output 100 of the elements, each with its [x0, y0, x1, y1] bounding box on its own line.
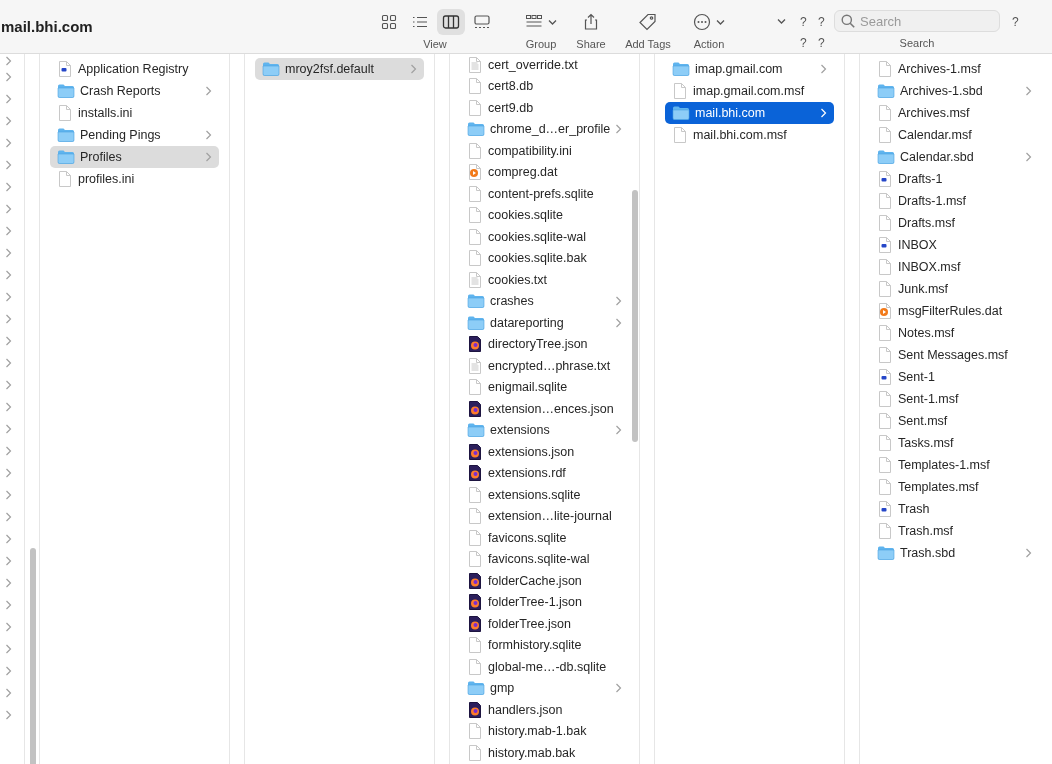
file-row[interactable]: profiles.ini [50, 168, 219, 190]
file-row[interactable]: directoryTree.json [460, 333, 629, 355]
file-row[interactable]: formhistory.sqlite [460, 634, 629, 656]
chevron-icon[interactable] [1025, 152, 1032, 162]
chevron-icon[interactable] [5, 556, 12, 566]
file-row[interactable]: Archives-1.sbd [870, 80, 1039, 102]
file-row[interactable]: compatibility.ini [460, 140, 629, 162]
file-row[interactable]: crashes [460, 290, 629, 312]
file-row[interactable]: Archives.msf [870, 102, 1039, 124]
file-row[interactable]: folderTree.json [460, 613, 629, 635]
chevron-icon[interactable] [205, 86, 212, 96]
chevron-icon[interactable] [5, 314, 12, 324]
file-row[interactable]: Trash.sbd [870, 542, 1039, 564]
chevron-icon[interactable] [5, 710, 12, 720]
chevron-icon[interactable] [5, 622, 12, 632]
file-row[interactable]: Crash Reports [50, 80, 219, 102]
chevron-icon[interactable] [1025, 86, 1032, 96]
chevron-icon[interactable] [5, 116, 12, 126]
file-row[interactable]: Archives-1.msf [870, 58, 1039, 80]
chevron-icon[interactable] [5, 578, 12, 588]
file-row[interactable]: encrypted…phrase.txt [460, 355, 629, 377]
file-row[interactable]: cookies.txt [460, 269, 629, 291]
chevron-icon[interactable] [615, 124, 623, 135]
file-row[interactable]: Profiles [50, 146, 219, 168]
file-row[interactable]: imap.gmail.com.msf [665, 80, 834, 102]
file-row[interactable]: chrome_d…er_profile [460, 118, 629, 140]
chevron-icon[interactable] [5, 490, 12, 500]
chevron-icon[interactable] [615, 317, 622, 328]
column-view-button[interactable] [436, 9, 465, 35]
file-row[interactable]: Notes.msf [870, 322, 1039, 344]
chevron-icon[interactable] [5, 226, 12, 236]
file-row[interactable]: Pending Pings [50, 124, 219, 146]
chevron-icon[interactable] [5, 292, 12, 302]
chevron-icon[interactable] [5, 182, 12, 192]
chevron-icon[interactable] [5, 358, 12, 368]
file-row[interactable]: Calendar.msf [870, 124, 1039, 146]
file-row[interactable]: Trash [870, 498, 1039, 520]
file-row[interactable]: global-me…-db.sqlite [460, 656, 629, 678]
chevron-icon[interactable] [5, 688, 12, 698]
file-row[interactable]: datareporting [460, 312, 629, 334]
file-row[interactable]: Drafts.msf [870, 212, 1039, 234]
file-row[interactable]: Templates.msf [870, 476, 1039, 498]
chevron-icon[interactable] [615, 296, 622, 307]
file-row[interactable]: extensions.sqlite [460, 484, 629, 506]
file-row[interactable]: Sent Messages.msf [870, 344, 1039, 366]
chevron-icon[interactable] [5, 138, 12, 148]
file-row[interactable]: extension…lite-journal [460, 505, 629, 527]
file-row[interactable]: folderCache.json [460, 570, 629, 592]
file-row[interactable]: cookies.sqlite-wal [460, 226, 629, 248]
chevron-icon[interactable] [5, 424, 12, 434]
file-row[interactable]: Sent.msf [870, 410, 1039, 432]
file-row[interactable]: cookies.sqlite.bak [460, 247, 629, 269]
file-row[interactable]: installs.ini [50, 102, 219, 124]
chevron-icon[interactable] [5, 446, 12, 456]
file-row[interactable]: mail.bhi.com.msf [665, 124, 834, 146]
file-row[interactable]: Drafts-1 [870, 168, 1039, 190]
file-row[interactable]: enigmail.sqlite [460, 376, 629, 398]
file-row[interactable]: Application Registry [50, 58, 219, 80]
chevron-icon[interactable] [5, 160, 12, 170]
file-row[interactable]: Trash.msf [870, 520, 1039, 542]
file-row[interactable]: gmp [460, 677, 629, 699]
file-row[interactable]: mail.bhi.com [665, 102, 834, 124]
file-row[interactable]: Tasks.msf [870, 432, 1039, 454]
search-field[interactable]: Search [834, 10, 1000, 32]
file-row[interactable]: favicons.sqlite [460, 527, 629, 549]
file-row[interactable]: extensions.rdf [460, 462, 629, 484]
file-row[interactable]: compreg.dat [460, 161, 629, 183]
chevron-icon[interactable] [5, 336, 12, 346]
chevron-icon[interactable] [5, 94, 12, 104]
chevron-icon[interactable] [5, 380, 12, 390]
chevron-icon[interactable] [615, 683, 622, 694]
file-row[interactable]: Sent-1 [870, 366, 1039, 388]
file-row[interactable]: cert9.db [460, 97, 629, 119]
chevron-icon[interactable] [5, 666, 12, 676]
chevron-icon[interactable] [5, 270, 12, 280]
chevron-icon[interactable] [820, 64, 827, 74]
chevron-icon[interactable] [5, 600, 12, 610]
file-row[interactable]: cert_override.txt [460, 54, 629, 76]
chevron-icon[interactable] [615, 425, 622, 436]
chevron-icon[interactable] [205, 130, 212, 140]
file-row[interactable]: Drafts-1.msf [870, 190, 1039, 212]
file-row[interactable]: INBOX.msf [870, 256, 1039, 278]
chevron-icon[interactable] [5, 512, 12, 522]
file-row[interactable]: Templates-1.msf [870, 454, 1039, 476]
file-row[interactable]: cookies.sqlite [460, 204, 629, 226]
file-row[interactable]: imap.gmail.com [665, 58, 834, 80]
file-row[interactable]: history.mab-1.bak [460, 720, 629, 742]
file-row[interactable]: extensions.json [460, 441, 629, 463]
file-row[interactable]: Sent-1.msf [870, 388, 1039, 410]
file-row[interactable]: INBOX [870, 234, 1039, 256]
file-row[interactable]: extension…ences.json [460, 398, 629, 420]
file-row[interactable]: mroy2fsf.default [255, 58, 424, 80]
file-row[interactable]: Calendar.sbd [870, 146, 1039, 168]
file-row[interactable]: folderTree-1.json [460, 591, 629, 613]
chevron-icon[interactable] [5, 248, 12, 258]
file-row[interactable]: msgFilterRules.dat [870, 300, 1039, 322]
chevron-icon[interactable] [5, 204, 12, 214]
chevron-icon[interactable] [1025, 548, 1032, 558]
chevron-icon[interactable] [5, 534, 12, 544]
file-row[interactable]: favicons.sqlite-wal [460, 548, 629, 570]
